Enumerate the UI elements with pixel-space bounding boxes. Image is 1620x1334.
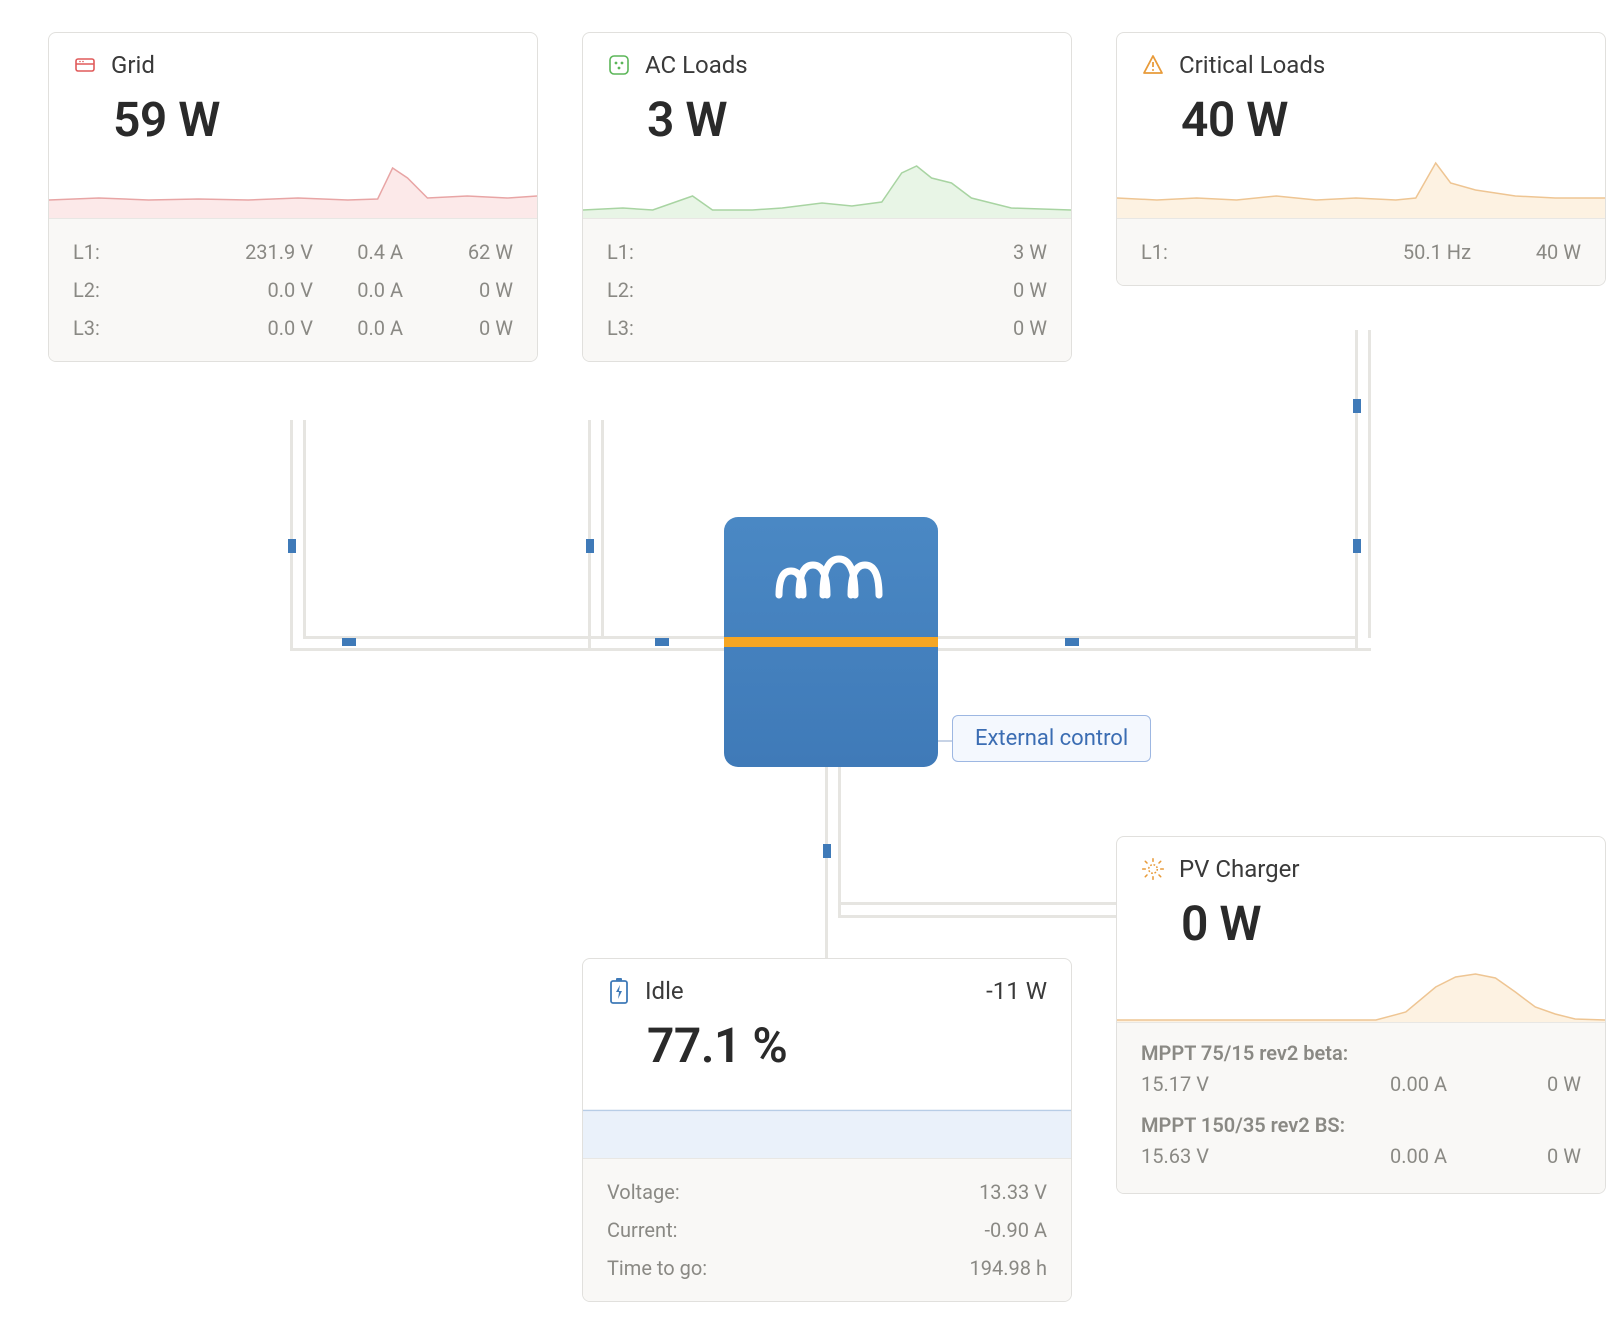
grid-title: Grid [111, 51, 155, 79]
connector-line [290, 420, 293, 650]
ac-l2-row: L2: 0 W [607, 271, 1047, 309]
flow-marker [823, 844, 831, 858]
critical-loads-card[interactable]: Critical Loads 40 W L1: 50.1 Hz 40 W [1116, 32, 1606, 286]
battery-current-row: Current: -0.90 A [607, 1211, 1047, 1249]
flow-marker [1353, 399, 1361, 413]
grid-l3-row: L3: 0.0 V 0.0 A 0 W [73, 309, 513, 347]
connector-line [838, 765, 841, 915]
pv-charger-card[interactable]: PV Charger 0 W MPPT 75/15 rev2 beta: 15.… [1116, 836, 1606, 1194]
battery-soc: 77.1 % [583, 1013, 1071, 1074]
ac-loads-card[interactable]: AC Loads 3 W L1: 3 W L2: 0 W L3: 0 W [582, 32, 1072, 362]
ac-l3-row: L3: 0 W [607, 309, 1047, 347]
pv-sparkline [1117, 952, 1605, 1022]
battery-status: Idle [645, 977, 684, 1005]
connector-line [1355, 330, 1358, 650]
connector-line [1368, 330, 1371, 638]
pv-main-value: 0 W [1117, 891, 1605, 952]
sun-icon [1141, 857, 1165, 881]
critical-loads-sparkline [1117, 148, 1605, 218]
connector-line [825, 765, 828, 960]
connector-line [588, 420, 591, 650]
ac-l1-row: L1: 3 W [607, 233, 1047, 271]
critical-loads-main-value: 40 W [1117, 87, 1605, 148]
grid-l2-row: L2: 0.0 V 0.0 A 0 W [73, 271, 513, 309]
ac-loads-sparkline [583, 148, 1071, 218]
connector-line [290, 648, 730, 651]
flow-marker [1065, 638, 1079, 646]
inverter-device[interactable] [724, 517, 938, 767]
connector-line [303, 420, 306, 638]
flow-marker [655, 638, 669, 646]
device-band [724, 637, 938, 647]
flow-marker [342, 638, 356, 646]
connector-line [930, 636, 1358, 639]
battery-card[interactable]: Idle -11 W 77.1 % Voltage: 13.33 V Curre… [582, 958, 1072, 1302]
flow-marker [1353, 539, 1361, 553]
battery-voltage-row: Voltage: 13.33 V [607, 1173, 1047, 1211]
connector-line [930, 648, 1371, 651]
grid-l1-row: L1: 231.9 V 0.4 A 62 W [73, 233, 513, 271]
flow-marker [288, 539, 296, 553]
victron-logo-icon [771, 547, 891, 607]
grid-main-value: 59 W [49, 87, 537, 148]
pv-device-2-name: MPPT 150/35 rev2 BS: [1141, 1113, 1581, 1137]
grid-card[interactable]: Grid 59 W L1: 231.9 V 0.4 A 62 W L2: 0.0… [48, 32, 538, 362]
battery-ttg-row: Time to go: 194.98 h [607, 1249, 1047, 1287]
pv-device-1-row: 15.17 V 0.00 A 0 W [1141, 1065, 1581, 1103]
critical-loads-title: Critical Loads [1179, 51, 1325, 79]
connector-line [601, 420, 604, 638]
pv-title: PV Charger [1179, 855, 1300, 883]
grid-sparkline [49, 148, 537, 218]
critical-l1-row: L1: 50.1 Hz 40 W [1141, 233, 1581, 271]
grid-icon [73, 53, 97, 77]
battery-icon [607, 979, 631, 1003]
battery-sparkline [583, 1094, 1071, 1158]
ac-loads-title: AC Loads [645, 51, 748, 79]
connector-line [838, 902, 1138, 905]
pv-device-1-name: MPPT 75/15 rev2 beta: [1141, 1041, 1581, 1065]
connector-line [838, 915, 1138, 918]
warning-icon [1141, 53, 1165, 77]
pv-device-2-row: 15.63 V 0.00 A 0 W [1141, 1137, 1581, 1175]
battery-power: -11 W [986, 977, 1047, 1005]
ac-loads-main-value: 3 W [583, 87, 1071, 148]
device-status-chip[interactable]: External control [952, 715, 1151, 762]
flow-marker [586, 539, 594, 553]
plug-icon [607, 53, 631, 77]
